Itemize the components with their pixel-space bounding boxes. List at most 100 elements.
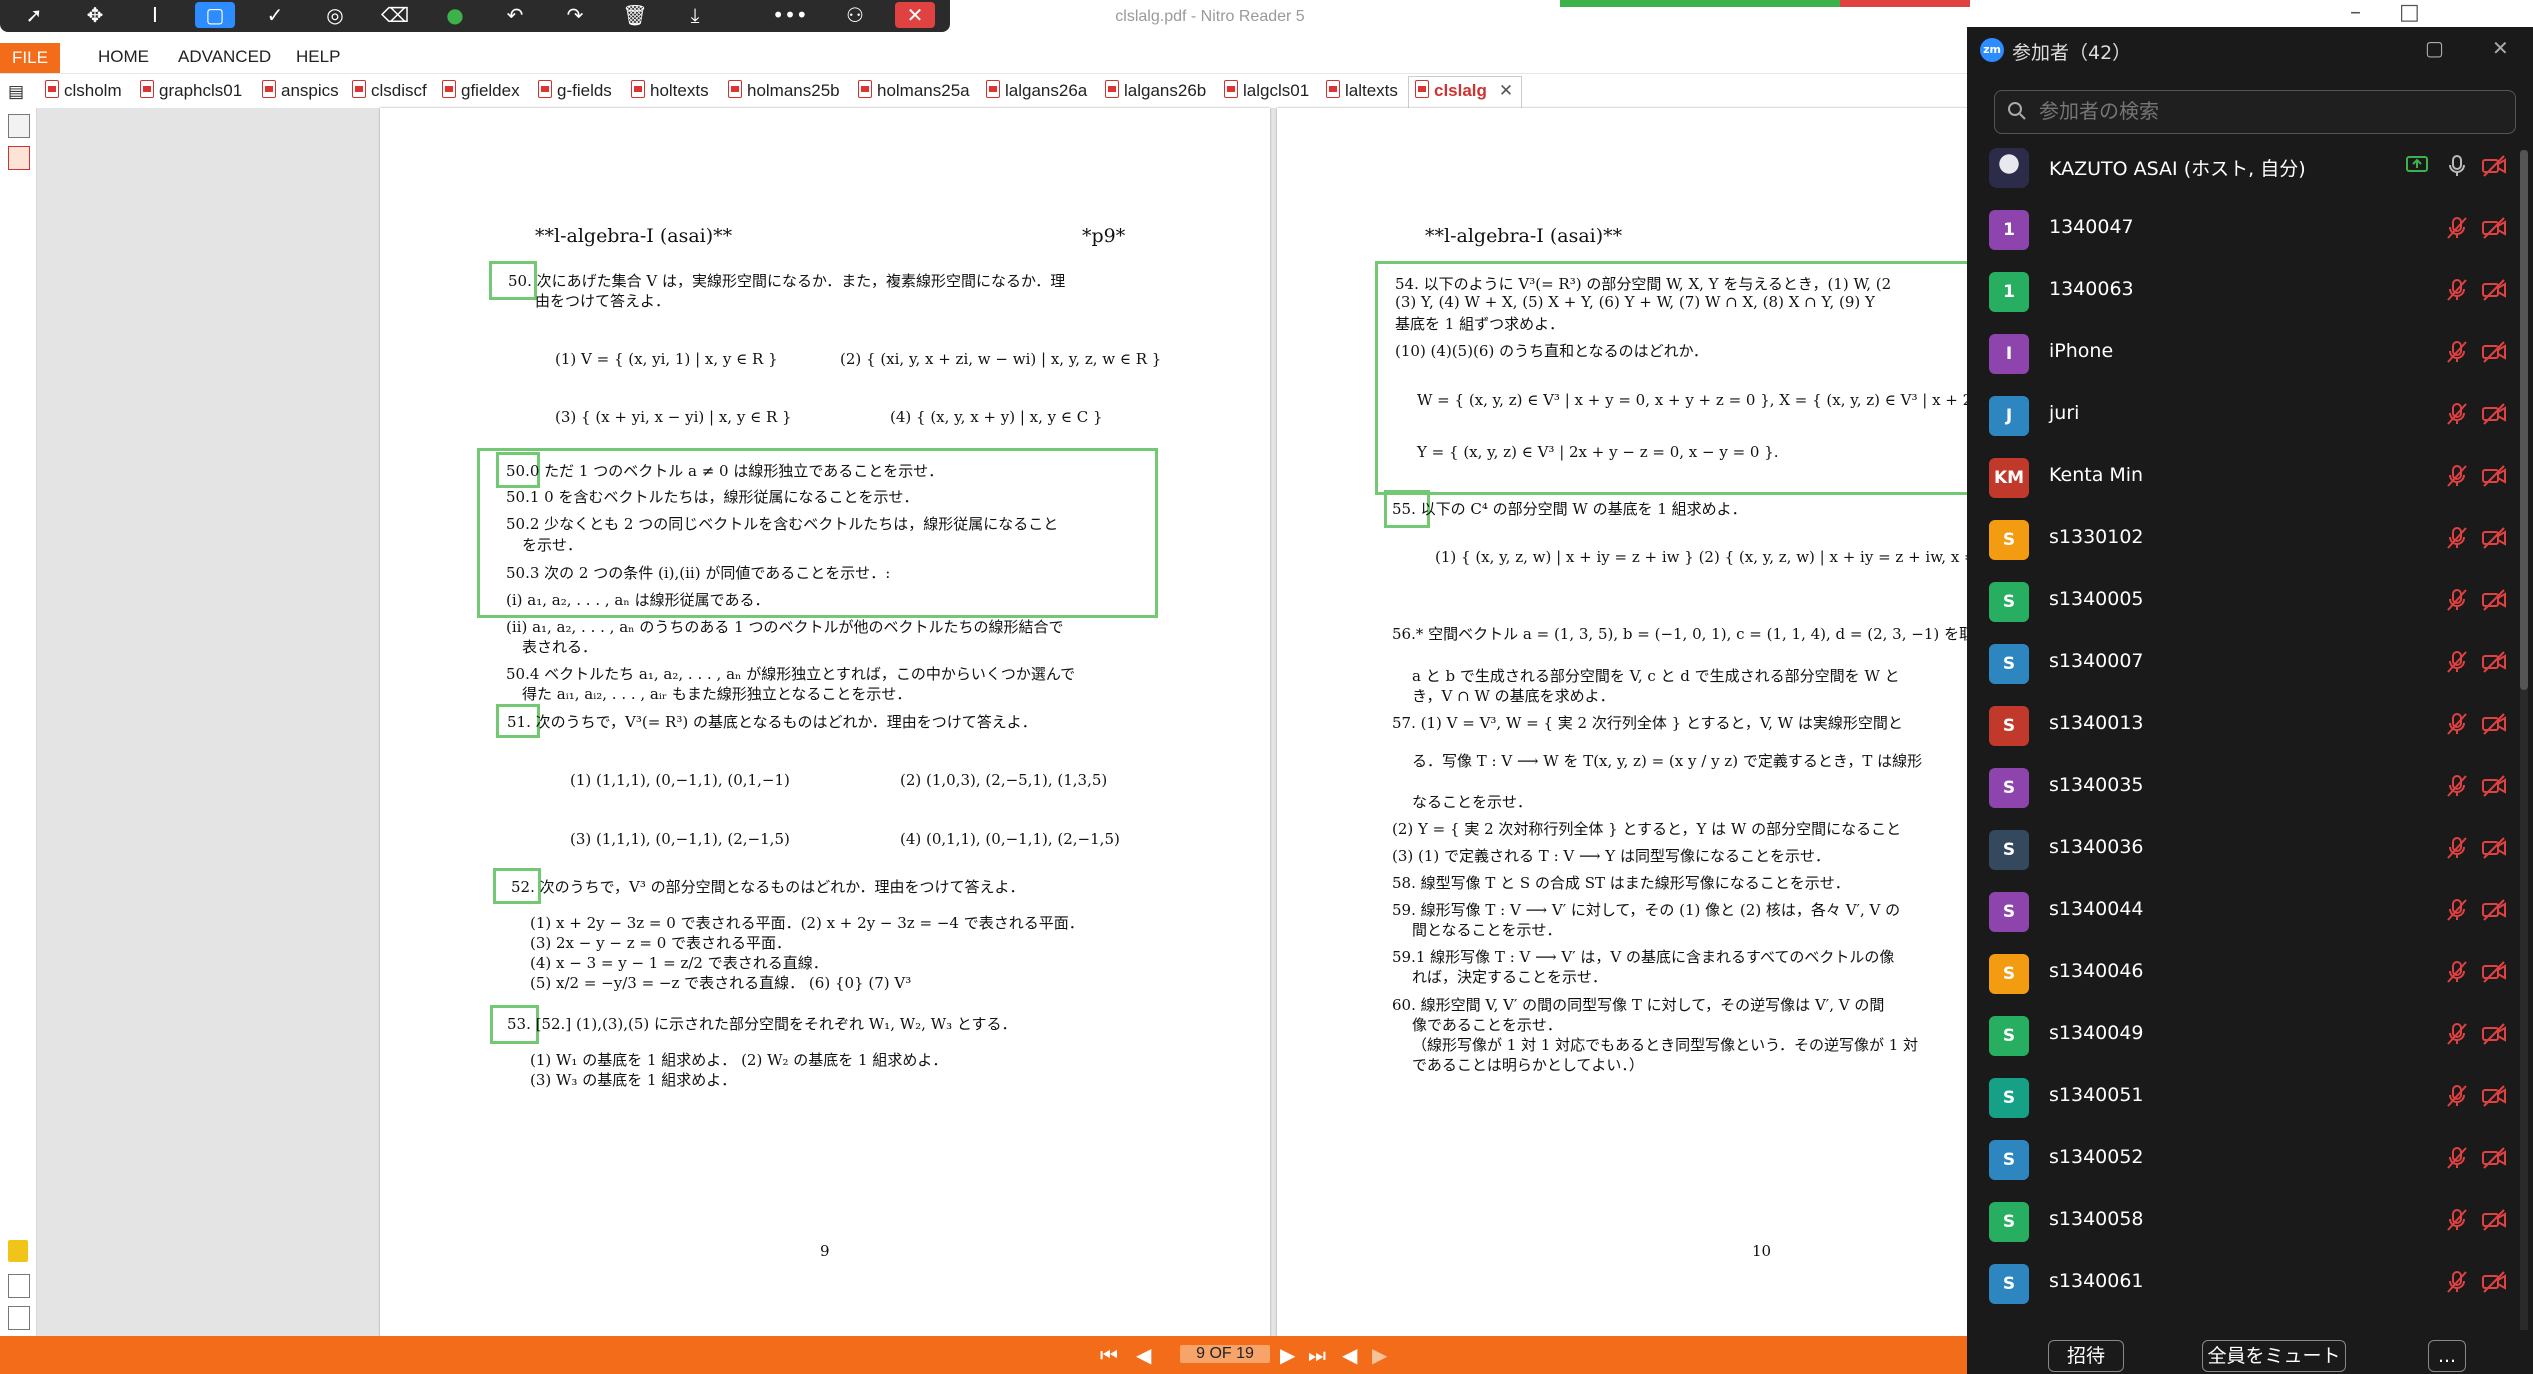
muted-microphone-icon[interactable] xyxy=(2445,464,2471,488)
participant-row[interactable]: Ss1340036 xyxy=(1967,822,2527,884)
save-icon[interactable]: ⤓ xyxy=(675,2,715,28)
tab-document[interactable]: gfieldex xyxy=(442,80,520,104)
last-page-icon[interactable]: ⏭ xyxy=(1308,1343,1326,1367)
video-off-icon[interactable] xyxy=(2481,216,2507,240)
previous-page-icon[interactable]: ◀ xyxy=(1136,1343,1151,1367)
muted-microphone-icon[interactable] xyxy=(2445,216,2471,240)
text-cursor-icon[interactable]: I xyxy=(135,2,175,28)
participant-row[interactable]: Ss1340061 xyxy=(1967,1256,2527,1318)
tab-document[interactable]: lalgcls01 xyxy=(1224,80,1309,104)
muted-microphone-icon[interactable] xyxy=(2445,1270,2471,1294)
first-page-icon[interactable]: ⏮ xyxy=(1100,1343,1118,1367)
maximize-icon[interactable]: □ xyxy=(2399,0,2420,25)
tab-document-active[interactable]: clslalg ✕ xyxy=(1408,76,1523,110)
request-control-icon[interactable]: ⚇ xyxy=(835,2,875,28)
muted-microphone-icon[interactable] xyxy=(2445,526,2471,550)
video-off-icon[interactable] xyxy=(2481,402,2507,426)
menu-help[interactable]: HELP xyxy=(296,47,340,67)
move-icon[interactable]: ✥ xyxy=(75,2,115,28)
video-off-icon[interactable] xyxy=(2481,464,2507,488)
popout-icon[interactable]: ▢ xyxy=(2425,36,2444,60)
search-input[interactable] xyxy=(2037,99,2501,125)
mute-all-button[interactable]: 全員をミュート xyxy=(2202,1340,2346,1372)
undo-icon[interactable]: ↶ xyxy=(495,2,535,28)
rectangle-icon[interactable]: ▢ xyxy=(195,2,235,28)
participant-row[interactable]: Ss1340049 xyxy=(1967,1008,2527,1070)
participant-row[interactable]: Ss1340013 xyxy=(1967,698,2527,760)
redo-icon[interactable]: ↷ xyxy=(555,2,595,28)
tab-document[interactable]: lalgans26a xyxy=(986,80,1087,104)
participant-row[interactable]: Ss1340052 xyxy=(1967,1132,2527,1194)
video-off-icon[interactable] xyxy=(2481,1146,2507,1170)
trash-icon[interactable]: 🗑 xyxy=(615,2,655,28)
video-off-icon[interactable] xyxy=(2481,154,2507,178)
next-page-icon[interactable]: ▶ xyxy=(1280,1343,1295,1367)
muted-microphone-icon[interactable] xyxy=(2445,836,2471,860)
tab-document[interactable]: holmans25a xyxy=(858,80,970,104)
eraser-icon[interactable]: ⌫ xyxy=(375,2,415,28)
stamp-icon[interactable]: ◎ xyxy=(315,2,355,28)
muted-microphone-icon[interactable] xyxy=(2445,712,2471,736)
scrollbar-thumb[interactable] xyxy=(2520,150,2528,690)
check-icon[interactable]: ✓ xyxy=(255,2,295,28)
tab-document[interactable]: clsholm xyxy=(45,80,122,104)
minimize-icon[interactable]: – xyxy=(2350,0,2361,25)
bookmarks-panel-icon[interactable] xyxy=(8,146,30,170)
participant-row[interactable]: 1 1340063 xyxy=(1967,264,2527,326)
video-off-icon[interactable] xyxy=(2481,526,2507,550)
muted-microphone-icon[interactable] xyxy=(2445,774,2471,798)
video-off-icon[interactable] xyxy=(2481,588,2507,612)
tab-document[interactable]: anspics xyxy=(262,80,339,104)
attachments-panel-icon[interactable] xyxy=(8,1274,30,1298)
participant-row[interactable]: Ss1330102 xyxy=(1967,512,2527,574)
more-icon[interactable]: ••• xyxy=(770,2,810,28)
close-tab-icon[interactable]: ✕ xyxy=(1499,81,1513,100)
muted-microphone-icon[interactable] xyxy=(2445,278,2471,302)
muted-microphone-icon[interactable] xyxy=(2445,588,2471,612)
muted-microphone-icon[interactable] xyxy=(2445,650,2471,674)
output-panel-icon[interactable] xyxy=(8,1306,30,1330)
muted-microphone-icon[interactable] xyxy=(2445,960,2471,984)
video-off-icon[interactable] xyxy=(2481,712,2507,736)
participant-row[interactable]: IiPhone xyxy=(1967,326,2527,388)
muted-microphone-icon[interactable] xyxy=(2445,898,2471,922)
muted-microphone-icon[interactable] xyxy=(2445,402,2471,426)
participant-row[interactable]: 1 1340047 xyxy=(1967,202,2527,264)
menu-advanced[interactable]: ADVANCED xyxy=(178,47,271,67)
muted-microphone-icon[interactable] xyxy=(2445,1022,2471,1046)
invite-button[interactable]: 招待 xyxy=(2048,1340,2124,1372)
zoom-stop-share-bar[interactable] xyxy=(1840,0,1970,7)
tab-document[interactable]: graphcls01 xyxy=(140,80,242,104)
video-off-icon[interactable] xyxy=(2481,340,2507,364)
video-off-icon[interactable] xyxy=(2481,836,2507,860)
participant-row[interactable]: Ss1340007 xyxy=(1967,636,2527,698)
video-off-icon[interactable] xyxy=(2481,1022,2507,1046)
video-off-icon[interactable] xyxy=(2481,1208,2507,1232)
pointer-icon[interactable]: ➚ xyxy=(14,2,54,28)
participant-search[interactable] xyxy=(1994,90,2516,134)
document-viewport[interactable]: **l-algebra-I (asai)** *p9* 50. 次にあげた集合 … xyxy=(37,108,2090,1336)
video-off-icon[interactable] xyxy=(2481,898,2507,922)
participant-row[interactable]: Jjuri xyxy=(1967,388,2527,450)
more-options-button[interactable]: ... xyxy=(2428,1340,2466,1372)
close-icon[interactable]: ✕ xyxy=(2492,36,2509,60)
menu-home[interactable]: HOME xyxy=(98,47,149,67)
participant-row[interactable]: Ss1340035 xyxy=(1967,760,2527,822)
participant-row[interactable]: Ss1340044 xyxy=(1967,884,2527,946)
participant-row[interactable]: Ss1340051 xyxy=(1967,1070,2527,1132)
tab-document[interactable]: g-fields xyxy=(538,80,612,104)
menu-file[interactable]: FILE xyxy=(0,43,60,73)
video-off-icon[interactable] xyxy=(2481,774,2507,798)
participant-row[interactable]: KAZUTO ASAI (ホスト, 自分) xyxy=(1967,140,2527,202)
participant-row[interactable]: Ss1340058 xyxy=(1967,1194,2527,1256)
microphone-icon[interactable] xyxy=(2445,154,2471,178)
muted-microphone-icon[interactable] xyxy=(2445,1208,2471,1232)
color-icon[interactable]: ● xyxy=(435,2,475,28)
tab-document[interactable]: holtexts xyxy=(631,80,709,104)
forward-view-icon[interactable]: ▶ xyxy=(1372,1343,1387,1367)
tab-document[interactable]: holmans25b xyxy=(728,80,840,104)
video-off-icon[interactable] xyxy=(2481,1084,2507,1108)
video-off-icon[interactable] xyxy=(2481,278,2507,302)
video-off-icon[interactable] xyxy=(2481,1270,2507,1294)
video-off-icon[interactable] xyxy=(2481,650,2507,674)
